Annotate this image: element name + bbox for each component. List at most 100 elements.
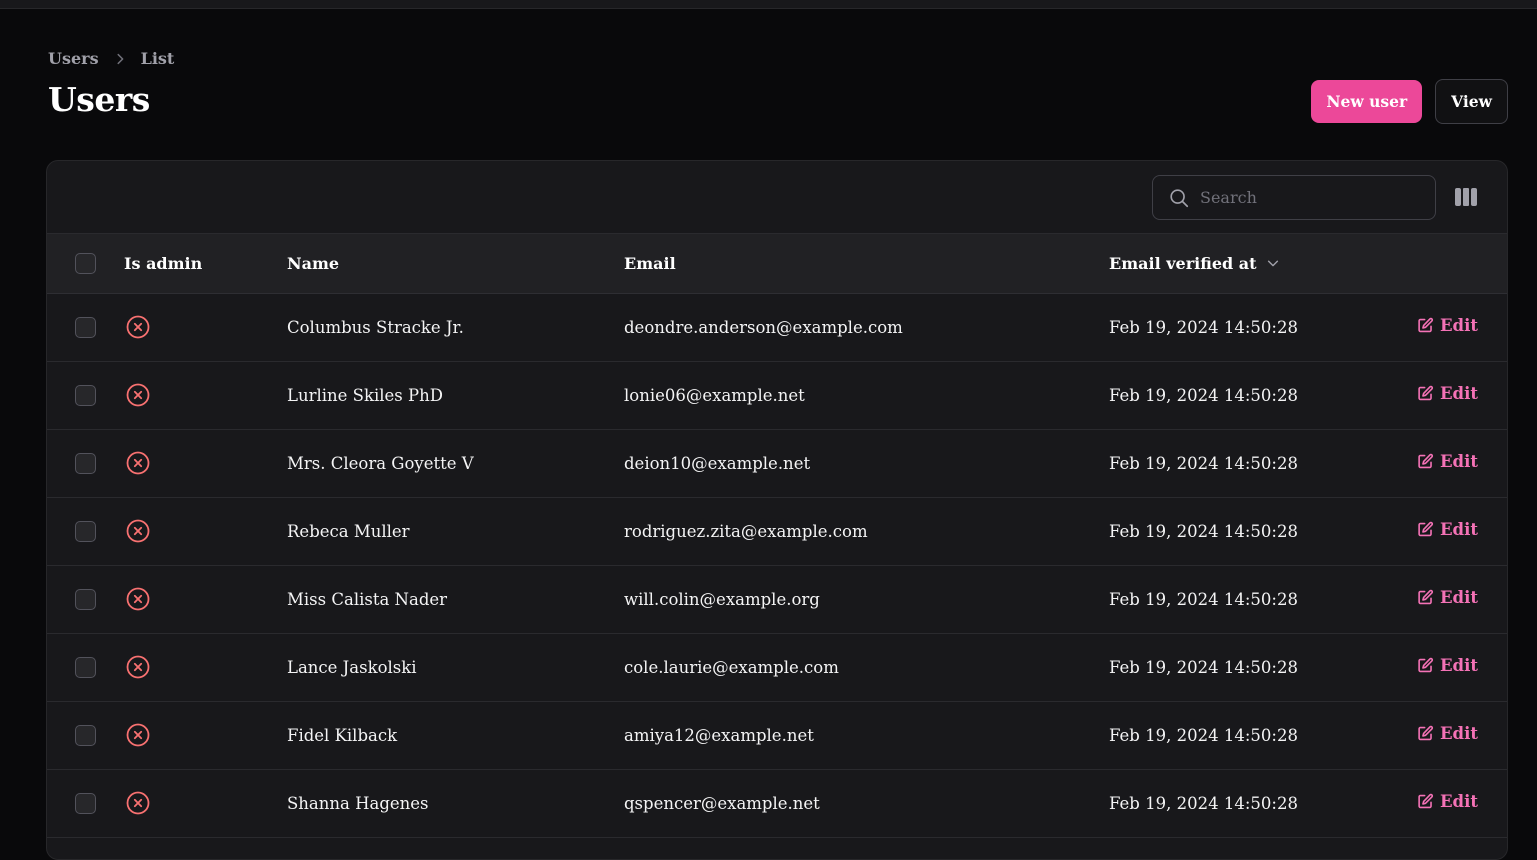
row-checkbox[interactable] xyxy=(75,384,96,406)
email-cell: amiya12@example.net xyxy=(624,725,814,745)
breadcrumb: Users List xyxy=(48,49,174,68)
new-user-button[interactable]: New user xyxy=(1311,80,1423,123)
edit-label: Edit xyxy=(1439,452,1478,471)
pencil-square-icon xyxy=(1418,385,1434,401)
table-header-row: Is admin Name Email Email verified at xyxy=(47,234,1507,294)
table-row: Lurline Skiles PhD lonie06@example.net F… xyxy=(47,361,1507,429)
x-circle-icon xyxy=(126,791,150,815)
edit-label: Edit xyxy=(1439,588,1478,607)
edit-label: Edit xyxy=(1439,724,1478,743)
chevron-down-icon xyxy=(1267,260,1278,267)
is-admin-cell xyxy=(124,293,287,361)
name-cell: Lurline Skiles PhD xyxy=(287,385,443,405)
search-box[interactable] xyxy=(1152,175,1436,220)
row-checkbox[interactable] xyxy=(75,452,96,474)
is-admin-cell xyxy=(124,429,287,497)
email-verified-at-cell: Feb 19, 2024 14:50:28 xyxy=(1109,589,1298,609)
actions-cell: Edit xyxy=(1409,361,1507,429)
edit-link[interactable]: Edit xyxy=(1417,656,1478,675)
view-button[interactable]: View xyxy=(1435,79,1508,124)
edit-link[interactable]: Edit xyxy=(1417,520,1478,539)
pencil-square-icon xyxy=(1418,521,1434,537)
chevron-right-icon xyxy=(117,53,123,64)
edit-link[interactable]: Edit xyxy=(1417,452,1478,471)
edit-link[interactable]: Edit xyxy=(1417,384,1478,403)
name-cell: Mrs. Cleora Goyette V xyxy=(287,453,474,473)
name-cell: Shanna Hagenes xyxy=(287,793,429,813)
row-select-cell xyxy=(47,633,124,701)
column-header-is-admin[interactable]: Is admin xyxy=(124,234,287,294)
row-select-cell xyxy=(47,769,124,837)
email-cell: lonie06@example.net xyxy=(624,385,805,405)
edit-link[interactable]: Edit xyxy=(1417,588,1478,607)
search-input[interactable] xyxy=(1200,188,1435,207)
email-cell: rodriguez.zita@example.com xyxy=(624,521,868,541)
edit-label: Edit xyxy=(1439,384,1478,403)
actions-cell: Edit xyxy=(1409,701,1507,769)
email-verified-at-cell: Feb 19, 2024 14:50:28 xyxy=(1109,793,1298,813)
actions-cell: Edit xyxy=(1409,497,1507,565)
select-all-cell xyxy=(47,234,124,294)
row-select-cell xyxy=(47,565,124,633)
is-admin-cell xyxy=(124,633,287,701)
pencil-square-icon xyxy=(1418,793,1434,809)
x-circle-icon xyxy=(126,587,150,611)
pencil-square-icon xyxy=(1418,725,1434,741)
table-row: Rebeca Muller rodriguez.zita@example.com… xyxy=(47,497,1507,565)
row-select-cell xyxy=(47,497,124,565)
breadcrumb-item-users[interactable]: Users xyxy=(48,49,99,68)
columns-icon[interactable] xyxy=(1455,187,1477,207)
actions-cell: Edit xyxy=(1409,769,1507,837)
users-table-panel: Is admin Name Email Email verified at Co… xyxy=(46,160,1508,860)
email-verified-at-cell: Feb 19, 2024 14:50:28 xyxy=(1109,725,1298,745)
is-admin-cell xyxy=(124,701,287,769)
email-verified-at-cell: Feb 19, 2024 14:50:28 xyxy=(1109,657,1298,677)
edit-link[interactable]: Edit xyxy=(1417,316,1478,335)
row-select-cell xyxy=(47,701,124,769)
x-circle-icon xyxy=(126,315,150,339)
is-admin-cell xyxy=(124,769,287,837)
column-header-email[interactable]: Email xyxy=(624,234,1109,294)
search-icon xyxy=(1170,188,1189,207)
email-verified-at-cell: Feb 19, 2024 14:50:28 xyxy=(1109,453,1298,473)
is-admin-cell xyxy=(124,497,287,565)
email-cell: deion10@example.net xyxy=(624,453,811,473)
table-row: Lance Jaskolski cole.laurie@example.com … xyxy=(47,633,1507,701)
select-all-checkbox[interactable] xyxy=(75,252,96,274)
row-checkbox[interactable] xyxy=(75,520,96,542)
actions-cell: Edit xyxy=(1409,293,1507,361)
column-header-name[interactable]: Name xyxy=(287,234,624,294)
email-cell: cole.laurie@example.com xyxy=(624,657,839,677)
x-circle-icon xyxy=(126,723,150,747)
name-cell: Columbus Stracke Jr. xyxy=(287,317,464,337)
row-checkbox[interactable] xyxy=(75,792,96,814)
is-admin-cell xyxy=(124,565,287,633)
row-checkbox[interactable] xyxy=(75,588,96,610)
pencil-square-icon xyxy=(1418,657,1434,673)
row-checkbox[interactable] xyxy=(75,724,96,746)
x-circle-icon xyxy=(126,655,150,679)
email-cell: qspencer@example.net xyxy=(624,793,820,813)
email-cell: deondre.anderson@example.com xyxy=(624,317,903,337)
edit-link[interactable]: Edit xyxy=(1417,724,1478,743)
email-verified-at-cell: Feb 19, 2024 14:50:28 xyxy=(1109,521,1298,541)
column-header-actions xyxy=(1409,234,1507,294)
edit-link[interactable]: Edit xyxy=(1417,792,1478,811)
actions-cell: Edit xyxy=(1409,565,1507,633)
row-checkbox[interactable] xyxy=(75,656,96,678)
column-header-email-verified-at[interactable]: Email verified at xyxy=(1109,234,1409,294)
pencil-square-icon xyxy=(1418,317,1434,333)
table-toolbar xyxy=(47,161,1507,234)
row-select-cell xyxy=(47,361,124,429)
name-cell: Fidel Kilback xyxy=(287,725,398,745)
edit-label: Edit xyxy=(1439,792,1478,811)
pencil-square-icon xyxy=(1418,453,1434,469)
pencil-square-icon xyxy=(1418,589,1434,605)
row-checkbox[interactable] xyxy=(75,316,96,338)
header-actions: New user View xyxy=(1311,79,1508,124)
breadcrumb-item-list[interactable]: List xyxy=(141,49,175,68)
x-circle-icon xyxy=(126,451,150,475)
actions-cell: Edit xyxy=(1409,429,1507,497)
actions-cell: Edit xyxy=(1409,633,1507,701)
top-bar xyxy=(0,0,1537,9)
